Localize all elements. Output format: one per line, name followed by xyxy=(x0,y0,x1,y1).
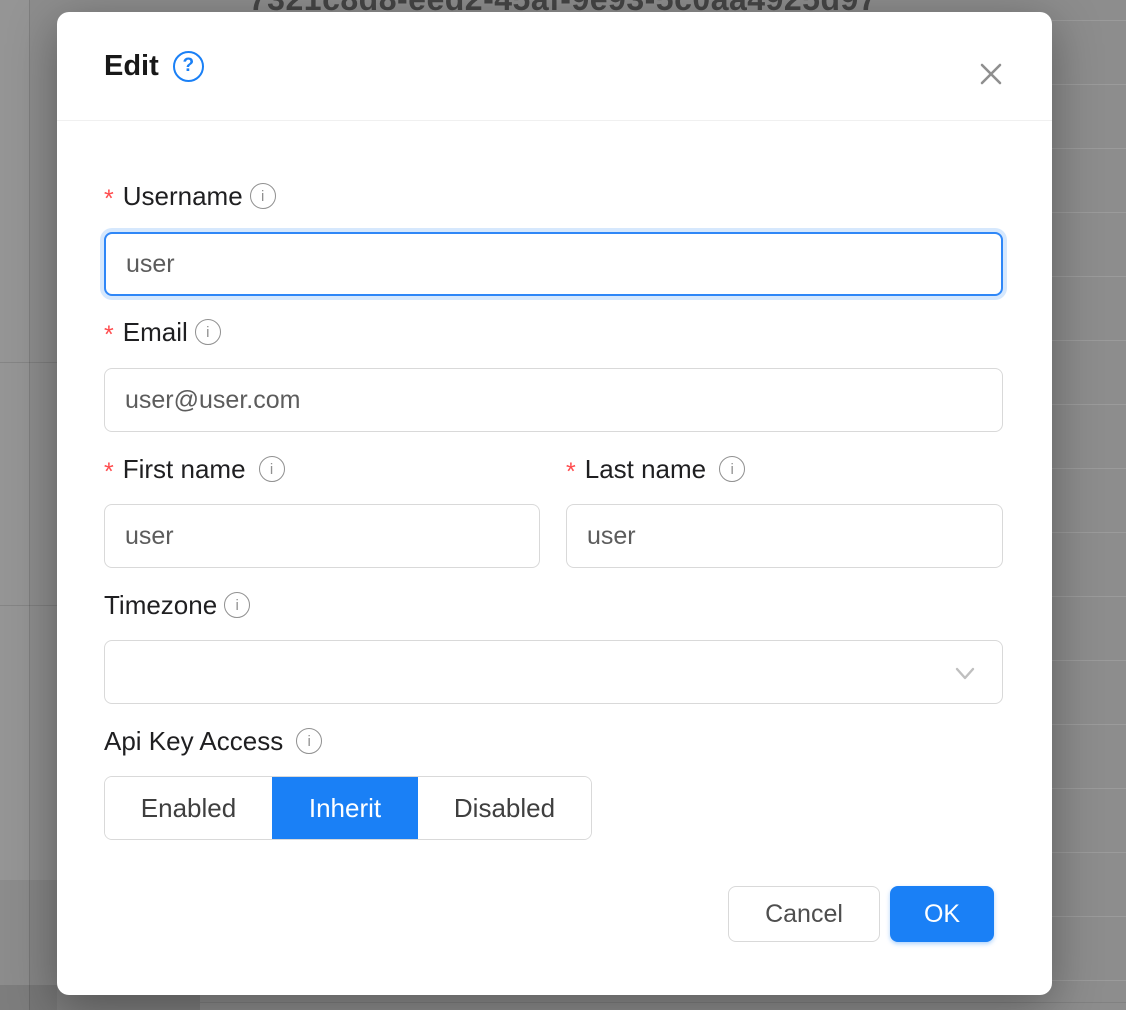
ok-button[interactable]: OK xyxy=(890,886,994,942)
segment-disabled[interactable]: Disabled xyxy=(418,777,591,839)
dialog-title: Edit xyxy=(104,50,159,83)
required-marker: * xyxy=(104,185,114,214)
required-marker: * xyxy=(104,458,114,487)
info-circle-icon[interactable]: i xyxy=(195,319,221,345)
timezone-label: Timezone i xyxy=(104,589,250,621)
required-marker: * xyxy=(566,458,576,487)
first-name-label: * First name i xyxy=(104,453,285,485)
info-circle-icon[interactable]: i xyxy=(250,183,276,209)
required-marker: * xyxy=(104,321,114,350)
username-input[interactable] xyxy=(104,232,1003,296)
email-label: * Email i xyxy=(104,316,221,348)
segment-inherit[interactable]: Inherit xyxy=(272,777,418,839)
info-circle-icon[interactable]: i xyxy=(296,728,322,754)
question-circle-icon[interactable]: ? xyxy=(173,51,204,82)
last-name-input[interactable] xyxy=(566,504,1003,568)
last-name-label: * Last name i xyxy=(566,453,745,485)
first-name-input[interactable] xyxy=(104,504,540,568)
username-label: * Username i xyxy=(104,180,276,212)
info-circle-icon[interactable]: i xyxy=(719,456,745,482)
edit-user-dialog: Edit ? * Username i * Email i * Fi xyxy=(57,12,1052,995)
info-circle-icon[interactable]: i xyxy=(224,592,250,618)
dialog-header: Edit ? xyxy=(57,12,1052,121)
info-circle-icon[interactable]: i xyxy=(259,456,285,482)
api-key-access-segmented: Enabled Inherit Disabled xyxy=(104,776,592,840)
screen: 7321c8d8-eed2-45af-9e93-5c0aa4925d97 Edi… xyxy=(0,0,1126,1010)
cancel-button[interactable]: Cancel xyxy=(728,886,880,942)
email-input[interactable] xyxy=(104,368,1003,432)
api-key-access-label: Api Key Access i xyxy=(104,725,322,757)
segment-enabled[interactable]: Enabled xyxy=(105,777,272,839)
chevron-down-icon xyxy=(952,661,978,692)
close-icon[interactable] xyxy=(973,56,1009,92)
timezone-select[interactable] xyxy=(104,640,1003,704)
